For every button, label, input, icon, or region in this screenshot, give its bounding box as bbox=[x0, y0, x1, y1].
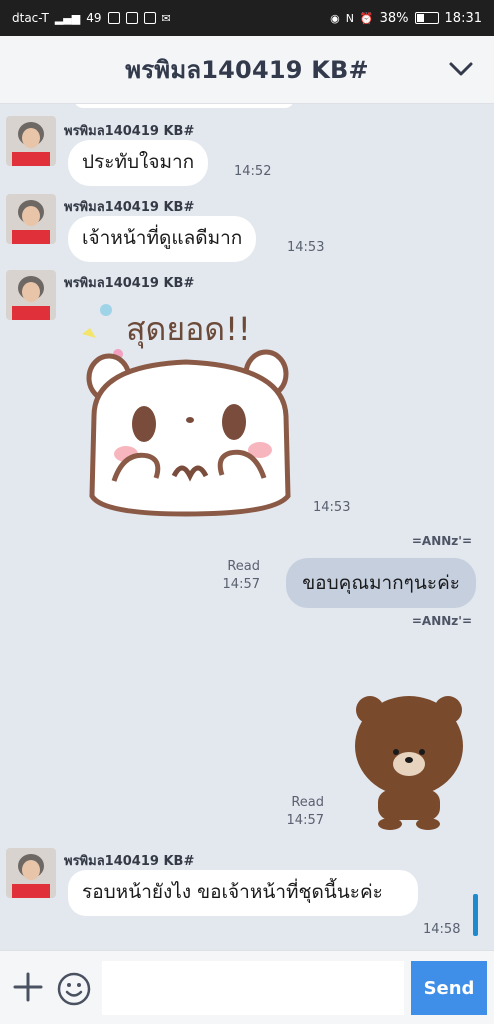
brown-bear-sticker[interactable] bbox=[352, 690, 466, 832]
sender-name: พรพิมล140419 KB# bbox=[64, 200, 195, 215]
instagram-icon bbox=[107, 12, 120, 24]
battery-icon bbox=[414, 12, 439, 24]
message-time: 14:53 bbox=[313, 500, 351, 515]
mail-icon: ✉ bbox=[161, 11, 171, 25]
signal-icon: ▂▄▆ bbox=[54, 11, 81, 25]
chat-header: พรพิมล140419 KB# bbox=[0, 36, 494, 104]
emoji-icon[interactable] bbox=[56, 971, 92, 1007]
message-bubble-outgoing[interactable]: ขอบคุณมากๆนะค่ะ bbox=[286, 558, 476, 608]
message-bubble[interactable]: ประทับใจมาก bbox=[68, 140, 209, 186]
message-time: 14:53 bbox=[287, 240, 325, 255]
message-time: 14:52 bbox=[234, 164, 272, 179]
white-bear-sticker[interactable]: สุดยอด!! bbox=[74, 296, 304, 518]
send-button[interactable]: Send bbox=[411, 961, 487, 1015]
notification-count: 49 bbox=[86, 11, 102, 25]
avatar[interactable] bbox=[6, 848, 56, 898]
chat-title: พรพิมล140419 KB# bbox=[125, 56, 369, 84]
carrier-label: dtac-T bbox=[12, 11, 49, 25]
facebook-icon bbox=[125, 12, 138, 24]
at-icon bbox=[143, 12, 156, 24]
sticker-text: สุดยอด!! bbox=[126, 310, 251, 349]
clock: 18:31 bbox=[444, 10, 482, 26]
battery-percent: 38% bbox=[379, 10, 409, 26]
message-time: 14:58 bbox=[423, 922, 461, 937]
scroll-indicator[interactable] bbox=[473, 894, 478, 936]
sender-name: พรพิมล140419 KB# bbox=[64, 124, 195, 139]
chevron-down-icon[interactable] bbox=[446, 54, 476, 84]
read-receipt: Read 14:57 bbox=[222, 559, 260, 593]
avatar[interactable] bbox=[6, 270, 56, 320]
chat-area[interactable]: พรพิมล140419 KB# ประทับใจมาก 14:52 พรพิม… bbox=[0, 104, 494, 950]
alarm-icon: ⏰ bbox=[359, 11, 374, 25]
avatar[interactable] bbox=[6, 194, 56, 244]
message-bubble[interactable]: เจ้าหน้าที่ดูแลดีมาก bbox=[68, 216, 257, 262]
read-receipt: Read 14:57 bbox=[286, 795, 324, 829]
input-bar: Send bbox=[0, 950, 494, 1024]
sender-name: =ANNz'= bbox=[411, 614, 472, 628]
message-input[interactable] bbox=[102, 961, 404, 1015]
plus-icon[interactable] bbox=[12, 971, 44, 1003]
eye-icon: ◉ bbox=[330, 11, 340, 25]
message-bubble-partial bbox=[74, 104, 294, 108]
sender-name: พรพิมล140419 KB# bbox=[64, 276, 195, 291]
message-bubble[interactable]: รอบหน้ายังไง ขอเจ้าหน้าที่ชุดนี้นะค่ะ bbox=[68, 870, 418, 916]
status-bar: dtac-T ▂▄▆ 49 ✉ ◉ N ⏰ 38% 18:31 bbox=[0, 0, 494, 36]
avatar[interactable] bbox=[6, 116, 56, 166]
sender-name: =ANNz'= bbox=[411, 534, 472, 548]
nfc-icon: N bbox=[345, 11, 354, 25]
sender-name: พรพิมล140419 KB# bbox=[64, 854, 195, 869]
